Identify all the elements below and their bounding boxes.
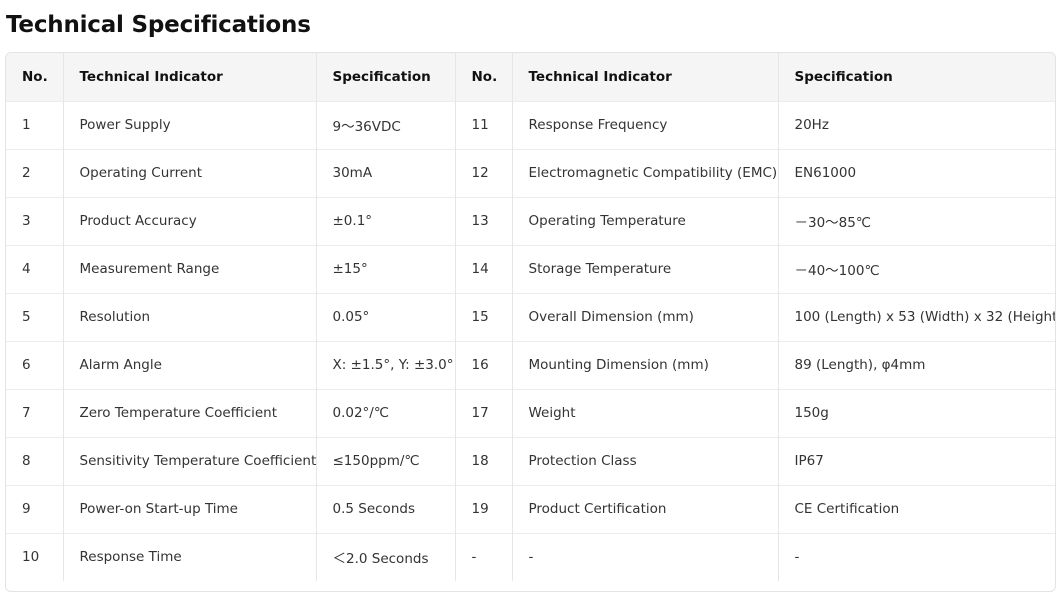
table-header-row: No. Technical Indicator Specification No… bbox=[6, 53, 1055, 101]
header-no: No. bbox=[22, 68, 48, 85]
spec-table-container: No. Technical Indicator Specification No… bbox=[5, 52, 1056, 592]
page-title: Technical Specifications bbox=[6, 12, 311, 38]
cell-no: 7 bbox=[6, 388, 63, 437]
cell-technical-indicator: Measurement Range bbox=[62, 244, 316, 293]
table-row: 4 Measurement Range ±15° 14 Storage Temperat… bbox=[6, 244, 1055, 293]
table-row: 9 Power-on Start-up Time 0.5 Seconds 19 Prod… bbox=[6, 484, 1055, 533]
cell-technical-indicator: Response Time bbox=[62, 532, 316, 581]
cell-specification: ±15° bbox=[315, 244, 455, 293]
table-row: 6 Alarm Angle X: ±1.5°, Y: ±3.0° 16 Mounting… bbox=[6, 340, 1055, 389]
cell-technical-indicator: Operating Current bbox=[62, 148, 316, 197]
cell-no: 12 bbox=[454, 148, 512, 197]
cell-specification: －30～85℃ bbox=[777, 196, 1055, 245]
header-technical-indicator: Technical Indicator bbox=[62, 53, 316, 101]
cell-technical-indicator: Product Certification bbox=[511, 484, 778, 533]
cell-specification: 89 (Length), φ4mm bbox=[777, 340, 1055, 389]
cell-specification: CE Certification bbox=[777, 484, 1055, 533]
cell-technical-indicator: Power-on Start-up Time bbox=[62, 484, 316, 533]
header-specification: Specification bbox=[315, 53, 455, 101]
cell-specification: 0.05° bbox=[315, 292, 455, 341]
header-technical-indicator: Technical Indicator bbox=[511, 53, 778, 101]
cell-specification: - bbox=[777, 532, 1055, 581]
cell-no: 10 bbox=[6, 532, 63, 581]
cell-no: 17 bbox=[454, 388, 512, 437]
cell-no: 8 bbox=[6, 436, 63, 485]
cell-no: 13 bbox=[454, 196, 512, 245]
cell-no: 6 bbox=[6, 340, 63, 389]
cell-specification: EN61000 bbox=[777, 148, 1055, 197]
cell-specification: －40～100℃ bbox=[777, 244, 1055, 293]
table-row: 10 Response Time ＜2.0 Seconds - - - bbox=[6, 532, 1055, 581]
cell-technical-indicator: Response Frequency bbox=[511, 100, 778, 149]
header-no: No. bbox=[454, 53, 512, 101]
cell-specification: ±0.1° bbox=[315, 196, 455, 245]
table-row: 1 Power Supply 9～36VDC 11 Response Frequency… bbox=[6, 100, 1055, 149]
cell-specification: 100 (Length) x 53 (Width) x 32 (Height) bbox=[777, 292, 1055, 341]
cell-technical-indicator: Alarm Angle bbox=[62, 340, 316, 389]
cell-no: 1 bbox=[6, 100, 63, 149]
cell-technical-indicator: Protection Class bbox=[511, 436, 778, 485]
table-row: 7 Zero Temperature Coefficient 0.02°/℃ 17 We… bbox=[6, 388, 1055, 437]
table-row: 8 Sensitivity Temperature Coefficient ≤150… bbox=[6, 436, 1055, 485]
cell-no: 9 bbox=[6, 484, 63, 533]
table-row: 3 Product Accuracy ±0.1° 13 Operating Temper… bbox=[6, 196, 1055, 245]
cell-technical-indicator: Electromagnetic Compatibility (EMC) bbox=[511, 148, 778, 197]
cell-no: - bbox=[454, 532, 512, 581]
table-row: 5 Resolution 0.05° 15 Overall Dimension (mm)… bbox=[6, 292, 1055, 341]
cell-no: 15 bbox=[454, 292, 512, 341]
cell-technical-indicator: Operating Temperature bbox=[511, 196, 778, 245]
cell-no: 16 bbox=[454, 340, 512, 389]
cell-specification: IP67 bbox=[777, 436, 1055, 485]
cell-technical-indicator: Sensitivity Temperature Coefficient bbox=[62, 436, 316, 485]
cell-technical-indicator: Storage Temperature bbox=[511, 244, 778, 293]
spec-table: No. Technical Indicator Specification No… bbox=[6, 53, 1055, 581]
cell-specification: X: ±1.5°, Y: ±3.0° bbox=[315, 340, 455, 389]
cell-specification: ≤150ppm/℃ bbox=[315, 436, 455, 485]
cell-specification: 0.02°/℃ bbox=[315, 388, 455, 437]
cell-technical-indicator: Overall Dimension (mm) bbox=[511, 292, 778, 341]
cell-technical-indicator: Power Supply bbox=[62, 100, 316, 149]
cell-technical-indicator: Zero Temperature Coefficient bbox=[62, 388, 316, 437]
cell-no: 19 bbox=[454, 484, 512, 533]
cell-specification: 150g bbox=[777, 388, 1055, 437]
cell-technical-indicator: Mounting Dimension (mm) bbox=[511, 340, 778, 389]
cell-no: 14 bbox=[454, 244, 512, 293]
header-specification: Specification bbox=[777, 53, 1055, 101]
cell-technical-indicator: Weight bbox=[511, 388, 778, 437]
cell-specification: 30mA bbox=[315, 148, 455, 197]
cell-no: 4 bbox=[6, 244, 63, 293]
cell-no: 3 bbox=[6, 196, 63, 245]
table-row: 2 Operating Current 30mA 12 Electromagnetic … bbox=[6, 148, 1055, 197]
cell-no: 18 bbox=[454, 436, 512, 485]
cell-no: 2 bbox=[6, 148, 63, 197]
cell-specification: 0.5 Seconds bbox=[315, 484, 455, 533]
cell-specification: ＜2.0 Seconds bbox=[315, 532, 455, 581]
cell-specification: 20Hz bbox=[777, 100, 1055, 149]
cell-technical-indicator: Resolution bbox=[62, 292, 316, 341]
table-body: 1 Power Supply 9～36VDC 11 Response Frequency… bbox=[6, 100, 1055, 581]
cell-no: 11 bbox=[454, 100, 512, 149]
cell-no: 5 bbox=[6, 292, 63, 341]
cell-specification: 9～36VDC bbox=[315, 100, 455, 149]
cell-technical-indicator: - bbox=[511, 532, 778, 581]
cell-technical-indicator: Product Accuracy bbox=[62, 196, 316, 245]
